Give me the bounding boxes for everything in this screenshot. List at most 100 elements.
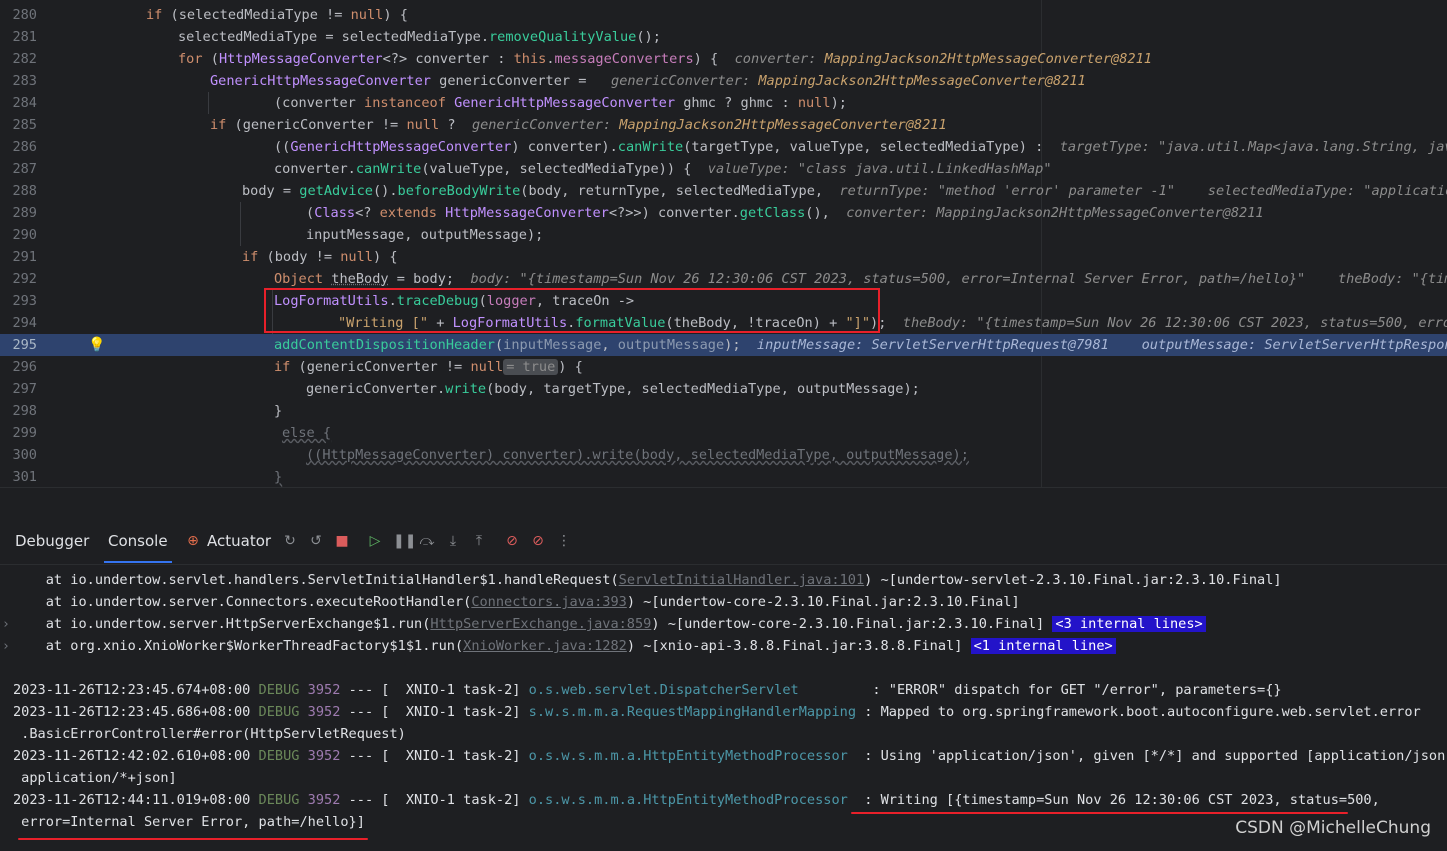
console-line: at org.xnio.XnioWorker$WorkerThreadFacto… [13, 635, 1116, 657]
code-line[interactable]: 280 if (selectedMediaType != null) { [0, 4, 1447, 26]
step-out-icon[interactable]: ⤒ [471, 533, 487, 549]
step-into-icon[interactable]: ⤓ [445, 533, 461, 549]
code-text: } [274, 403, 283, 419]
code-text: selectedMediaType = selectedMediaType.re… [178, 29, 661, 45]
lightbulb-icon[interactable]: 💡 [88, 337, 105, 353]
code-text: GenericHttpMessageConverter genericConve… [210, 73, 1086, 89]
line-number: 281 [12, 29, 37, 45]
console-line: at io.undertow.servlet.handlers.ServletI… [13, 572, 1282, 588]
code-text: else { [282, 425, 332, 441]
log-line: 2023-11-26T12:42:02.610+08:00 DEBUG 3952… [13, 748, 1447, 764]
code-text: ((GenericHttpMessageConverter) converter… [274, 139, 1447, 155]
code-text: ((HttpMessageConverter) converter).write… [306, 447, 969, 463]
log-line-continuation: .BasicErrorController#error(HttpServletR… [13, 726, 406, 742]
code-text: if (genericConverter != null = true) { [274, 359, 583, 375]
panel-splitter[interactable] [0, 487, 1447, 521]
expand-arrow-icon[interactable]: › [2, 617, 10, 632]
console-output[interactable]: at io.undertow.servlet.handlers.ServletI… [0, 565, 1447, 851]
pause-icon[interactable]: ❚❚ [393, 533, 416, 549]
code-line[interactable]: 297 genericConverter.write(body, targetTy… [0, 378, 1447, 400]
code-line[interactable]: 298} [0, 400, 1447, 422]
source-link[interactable]: ServletInitialHandler.java:101 [619, 572, 865, 588]
code-text: converter.canWrite(valueType, selectedMe… [274, 161, 1052, 177]
line-number: 282 [12, 51, 37, 67]
tab-console[interactable]: Console [104, 532, 172, 563]
line-number: 288 [12, 183, 37, 199]
tab-actuator[interactable]: Actuator [207, 532, 271, 550]
source-link[interactable]: XnioWorker.java:1282 [463, 638, 627, 654]
indent-guide [208, 92, 209, 114]
highlight-underline [18, 838, 368, 840]
line-number: 287 [12, 161, 37, 177]
code-line-current[interactable]: 295 addContentDispositionHeader(inputMess… [0, 334, 1447, 356]
line-number: 299 [12, 425, 37, 441]
code-line[interactable]: 289 (Class<? extends HttpMessageConverter… [0, 202, 1447, 224]
code-text: genericConverter.write(body, targetType,… [306, 381, 920, 397]
log-line: 2023-11-26T12:44:11.019+08:00 DEBUG 3952… [13, 792, 1380, 808]
code-line[interactable]: 283 GenericHttpMessageConverter genericCo… [0, 70, 1447, 92]
internal-lines-badge[interactable]: <1 internal line> [970, 638, 1116, 654]
code-line[interactable]: 284 (converter instanceof GenericHttpMess… [0, 92, 1447, 114]
highlight-box [264, 288, 880, 333]
code-text: body = getAdvice().beforeBodyWrite(body,… [242, 183, 1447, 199]
code-text: } [274, 469, 283, 485]
highlight-underline [851, 812, 1348, 814]
log-line: 2023-11-26T12:23:45.674+08:00 DEBUG 3952… [13, 682, 1282, 698]
line-number: 297 [12, 381, 37, 397]
step-over-icon[interactable]: ⤼ [419, 533, 435, 549]
code-text: inputMessage, outputMessage); [306, 227, 544, 243]
line-number: 292 [12, 271, 37, 287]
code-line[interactable]: 292 Object theBody = body; body: "{timest… [0, 268, 1447, 290]
code-line[interactable]: 290 inputMessage, outputMessage); [0, 224, 1447, 246]
line-number: 295 [12, 337, 37, 353]
rerun-icon[interactable]: ↻ [282, 533, 298, 549]
code-text: Object theBody = body; body: "{timestamp… [274, 271, 1447, 287]
code-text: if (selectedMediaType != null) { [146, 7, 408, 23]
view-breakpoints-icon[interactable]: ⊘ [504, 533, 520, 549]
stop-icon[interactable]: ■ [334, 533, 350, 549]
code-text: if (genericConverter != null ? genericCo… [210, 117, 947, 133]
code-line[interactable]: 287 converter.canWrite(valueType, selecte… [0, 158, 1447, 180]
code-text: (converter instanceof GenericHttpMessage… [274, 95, 847, 111]
indent-guide [240, 202, 241, 246]
line-number: 290 [12, 227, 37, 243]
code-line[interactable]: 285 if (genericConverter != null ? generi… [0, 114, 1447, 136]
code-line[interactable]: 286 ((GenericHttpMessageConverter) conver… [0, 136, 1447, 158]
mute-breakpoints-icon[interactable]: ⊘ [530, 533, 546, 549]
line-number: 300 [12, 447, 37, 463]
line-number: 301 [12, 469, 37, 485]
code-line[interactable]: 296 if (genericConverter != null = true) { [0, 356, 1447, 378]
source-link[interactable]: HttpServerExchange.java:859 [430, 616, 651, 632]
resume-icon[interactable]: ▷ [367, 533, 383, 549]
expand-arrow-icon[interactable]: › [2, 639, 10, 654]
line-number: 286 [12, 139, 37, 155]
more-options-icon[interactable]: ⋮ [556, 533, 572, 549]
line-number: 294 [12, 315, 37, 331]
code-line[interactable]: 282 for (HttpMessageConverter<?> converte… [0, 48, 1447, 70]
tab-debugger[interactable]: Debugger [15, 532, 89, 550]
line-number: 298 [12, 403, 37, 419]
log-line-continuation: application/*+json] [13, 770, 177, 786]
line-number: 291 [12, 249, 37, 265]
console-line: at io.undertow.server.HttpServerExchange… [13, 613, 1206, 635]
code-text: if (body != null) { [242, 249, 398, 265]
internal-lines-badge[interactable]: <3 internal lines> [1052, 616, 1206, 632]
debug-toolwindow-header: Debugger Console ⊕ Actuator ↻ ↺ ■ ▷ ❚❚ ⤼… [0, 520, 1447, 565]
line-number: 280 [12, 7, 37, 23]
code-line[interactable]: 301} [0, 466, 1447, 487]
line-number: 296 [12, 359, 37, 375]
watermark: CSDN @MichelleChung [1235, 818, 1431, 838]
code-line[interactable]: 281 selectedMediaType = selectedMediaType… [0, 26, 1447, 48]
code-line[interactable]: 299 else { [0, 422, 1447, 444]
line-number: 284 [12, 95, 37, 111]
line-number: 285 [12, 117, 37, 133]
source-link[interactable]: Connectors.java:393 [471, 594, 627, 610]
restart-icon[interactable]: ↺ [308, 533, 324, 549]
code-line[interactable]: 288 body = getAdvice().beforeBodyWrite(bo… [0, 180, 1447, 202]
line-number: 293 [12, 293, 37, 309]
code-line[interactable]: 291 if (body != null) { [0, 246, 1447, 268]
code-line[interactable]: 300 ((HttpMessageConverter) converter).wr… [0, 444, 1447, 466]
actuator-icon: ⊕ [187, 533, 199, 549]
code-editor[interactable]: 280 if (selectedMediaType != null) { 281 s… [0, 0, 1447, 487]
log-line-continuation: error=Internal Server Error, path=/hello… [13, 814, 365, 830]
